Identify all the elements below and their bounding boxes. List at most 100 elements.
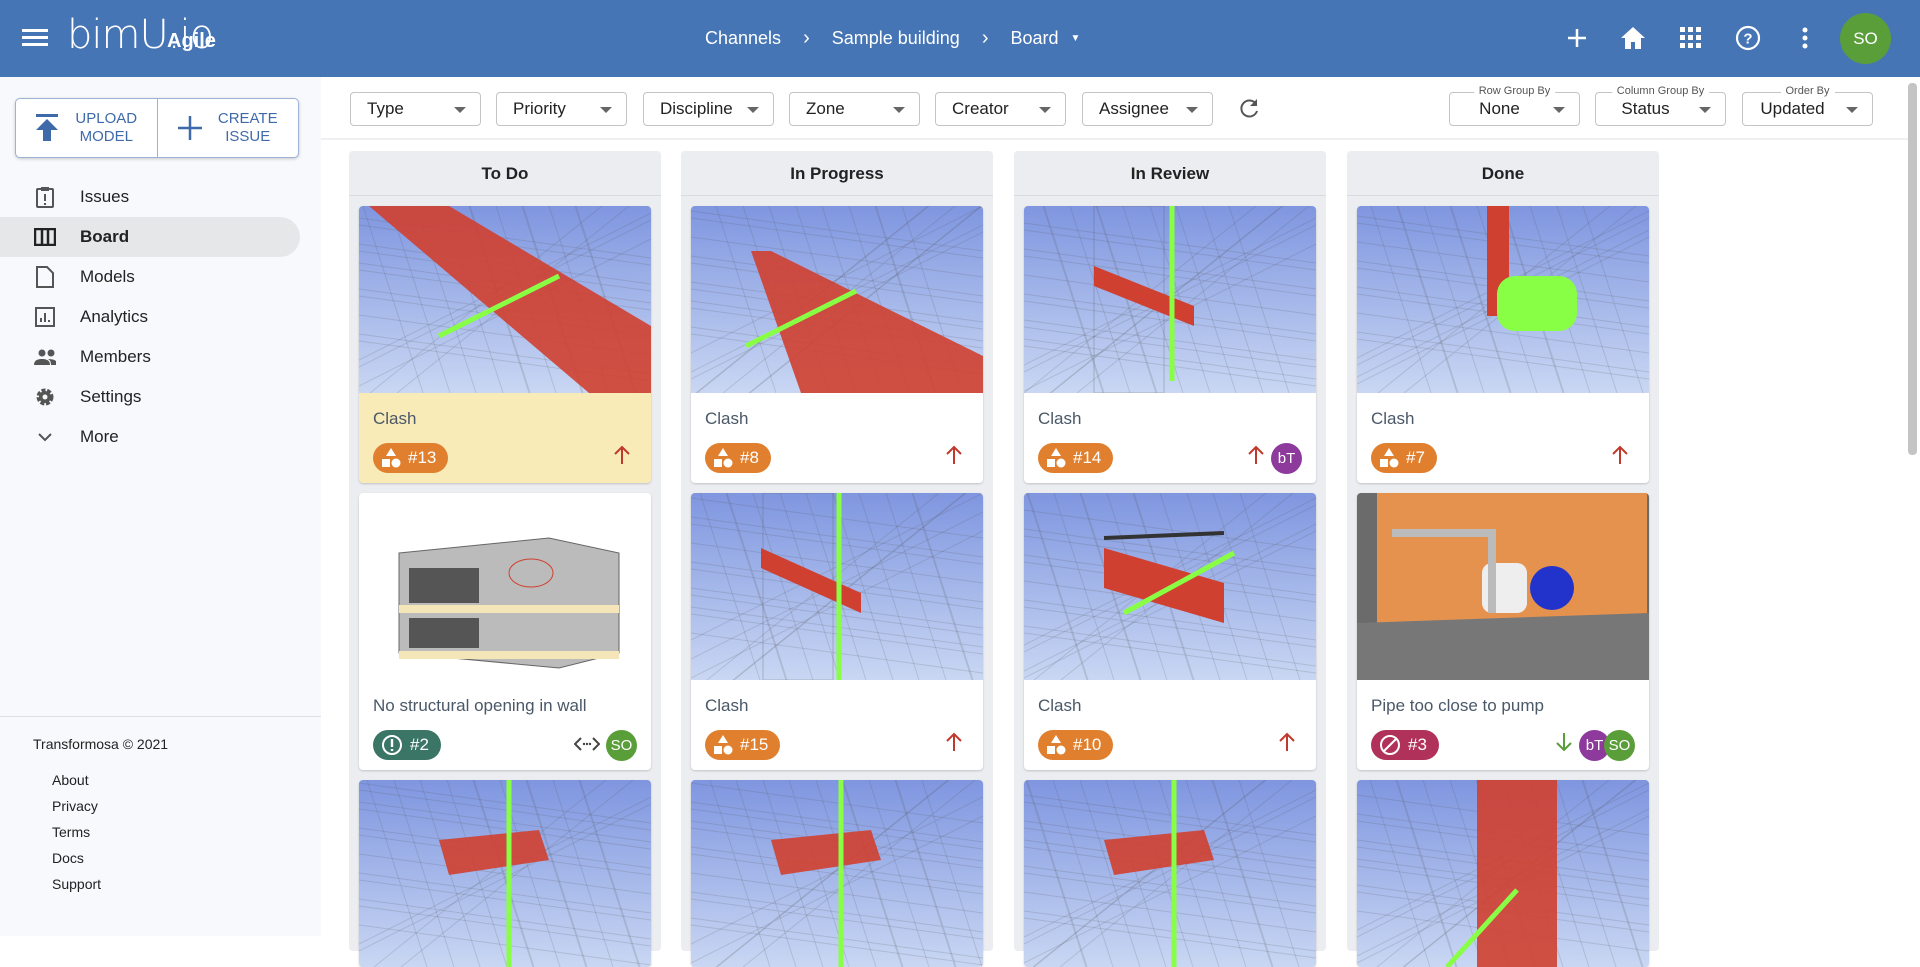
sidebar-item-settings[interactable]: Settings <box>0 377 300 417</box>
issue-thumbnail <box>1357 206 1649 393</box>
arrow-up-icon <box>946 732 962 751</box>
issue-card[interactable]: Pipe too close to pump #3 bT SO <box>1357 493 1649 770</box>
sidebar-item-members[interactable]: Members <box>0 337 300 377</box>
caret-down-icon <box>1699 107 1711 113</box>
column-to-do: To Do Clash #13 No structural opening in… <box>349 151 661 967</box>
assignee-avatar[interactable]: SO <box>606 729 637 761</box>
issue-thumbnail <box>1024 206 1316 393</box>
gear-icon <box>34 386 56 408</box>
issue-card[interactable]: Clash #10 <box>1024 493 1316 770</box>
footer-link-privacy[interactable]: Privacy <box>52 793 321 819</box>
more-vert-icon[interactable] <box>1787 20 1823 56</box>
issue-number: #14 <box>1073 448 1102 467</box>
footer-link-support[interactable]: Support <box>52 871 321 897</box>
menu-icon[interactable] <box>22 25 48 51</box>
footer-link-about[interactable]: About <box>52 767 321 793</box>
breadcrumb-board[interactable]: Board <box>1011 28 1059 49</box>
apps-grid-icon[interactable] <box>1673 20 1709 56</box>
issue-card[interactable]: Clash #14 bT <box>1024 206 1316 483</box>
upload-model-button[interactable]: UPLOAD MODEL <box>16 99 157 157</box>
caret-down-icon[interactable]: ▼ <box>1071 33 1081 44</box>
issue-card[interactable] <box>691 780 983 967</box>
arrow-down-icon <box>1556 733 1572 752</box>
upload-label-2: MODEL <box>79 128 133 145</box>
breadcrumb-project[interactable]: Sample building <box>832 28 960 49</box>
type-filter[interactable]: Type <box>350 92 481 126</box>
board-columns-icon <box>34 226 56 248</box>
create-label-2: ISSUE <box>225 128 271 145</box>
arrow-up-icon <box>946 445 962 464</box>
filter-toolbar: Type Priority Discipline Zone Creator As… <box>321 77 1908 140</box>
clash-type-icon <box>1047 448 1066 468</box>
issue-card[interactable] <box>359 780 651 967</box>
creator-filter-label: Creator <box>952 99 1009 118</box>
add-icon[interactable] <box>1559 20 1595 56</box>
footer-link-terms[interactable]: Terms <box>52 819 321 845</box>
help-icon[interactable]: ? <box>1730 20 1766 56</box>
caret-down-icon <box>1039 107 1051 113</box>
issue-number: #2 <box>410 735 429 754</box>
priority-filter[interactable]: Priority <box>496 92 627 126</box>
home-icon[interactable] <box>1615 20 1651 56</box>
issue-card[interactable]: Clash #13 <box>359 206 651 483</box>
issue-number-badge: #15 <box>705 730 781 760</box>
issue-title: Clash <box>705 696 749 715</box>
column-title: To Do <box>349 151 661 196</box>
sidebar-item-analytics[interactable]: Analytics <box>0 297 300 337</box>
clash-type-icon <box>714 735 733 755</box>
column-in-review: In Review Clash #14 bT Clash #10 <box>1014 151 1326 967</box>
create-issue-button[interactable]: CREATE ISSUE <box>156 99 299 157</box>
issue-thumbnail <box>1024 493 1316 680</box>
issue-title: Clash <box>1371 409 1415 428</box>
breadcrumb: Channels › Sample building › Board ▼ <box>705 27 1080 50</box>
issue-number-badge: #3 <box>1371 730 1439 760</box>
discipline-filter[interactable]: Discipline <box>643 92 774 126</box>
issue-card[interactable] <box>1024 780 1316 967</box>
issue-card[interactable]: No structural opening in wall #2 SO <box>359 493 651 770</box>
issue-number-badge: #8 <box>705 443 771 473</box>
upload-label-1: UPLOAD <box>75 110 138 127</box>
scrollbar[interactable] <box>1908 83 1917 455</box>
issue-title: Clash <box>1038 696 1082 715</box>
issue-number: #13 <box>408 448 437 467</box>
priority-indicator <box>1555 732 1573 758</box>
issue-thumbnail <box>1357 780 1649 967</box>
issue-number-badge: #7 <box>1371 443 1437 473</box>
assignee-filter[interactable]: Assignee <box>1082 92 1213 126</box>
zone-filter[interactable]: Zone <box>789 92 920 126</box>
issue-number-badge: #2 <box>373 730 441 760</box>
assignee-avatar[interactable]: bT <box>1271 442 1302 474</box>
column-group-select[interactable]: Column Group By Status <box>1595 84 1726 126</box>
issue-thumbnail <box>359 206 651 393</box>
sidebar-item-models[interactable]: Models <box>0 257 300 297</box>
product-name: Agile <box>167 30 216 52</box>
priority-indicator <box>1278 732 1296 758</box>
clash-type-icon <box>1047 735 1066 755</box>
caret-down-icon <box>454 107 466 113</box>
order-by-select[interactable]: Order By Updated <box>1742 84 1873 126</box>
priority-indicator <box>1247 445 1265 471</box>
sidebar-item-issues[interactable]: Issues <box>0 177 300 217</box>
sidebar-item-board[interactable]: Board <box>0 217 300 257</box>
refresh-icon[interactable] <box>1231 91 1267 127</box>
creator-filter[interactable]: Creator <box>935 92 1066 126</box>
breadcrumb-channels[interactable]: Channels <box>705 28 781 49</box>
user-avatar[interactable]: SO <box>1840 13 1891 64</box>
issue-card[interactable] <box>1357 780 1649 967</box>
chevron-right-icon: › <box>803 27 810 49</box>
assignee-avatar[interactable]: SO <box>1604 729 1635 761</box>
row-group-select[interactable]: Row Group By None <box>1449 84 1580 126</box>
arrow-up-icon <box>1248 445 1264 464</box>
chevron-right-icon: › <box>981 27 989 49</box>
issue-card[interactable]: Clash #8 <box>691 206 983 483</box>
sidebar-item-more[interactable]: More <box>0 417 300 457</box>
issue-thumbnail <box>1024 780 1316 967</box>
column-title: In Review <box>1014 151 1326 196</box>
column-done: Done Clash #7 Pipe too close to pump #3 … <box>1347 151 1659 967</box>
issue-card[interactable]: Clash #7 <box>1357 206 1649 483</box>
sidebar-item-label: Models <box>80 267 135 286</box>
footer-link-docs[interactable]: Docs <box>52 845 321 871</box>
issue-title: Pipe too close to pump <box>1371 696 1544 715</box>
issue-card[interactable]: Clash #15 <box>691 493 983 770</box>
issue-number-badge: #10 <box>1038 730 1114 760</box>
